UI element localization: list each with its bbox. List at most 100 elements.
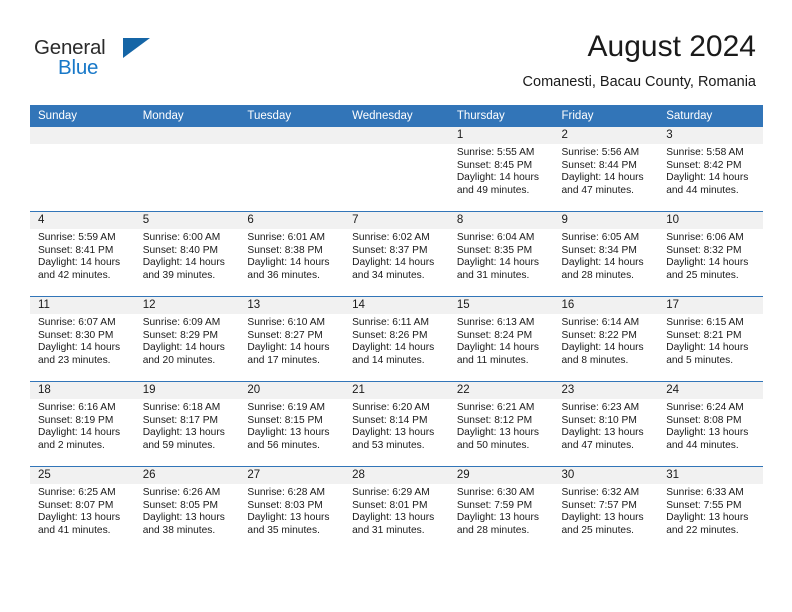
calendar-day-cell[interactable]: 8 Sunrise: 6:04 AM Sunset: 8:35 PM Daylight… [448, 211, 554, 297]
weekday-header-monday: Monday [134, 105, 240, 127]
day-number: 7 [344, 212, 449, 229]
day-cell-inner: 13 Sunrise: 6:10 AM Sunset: 8:27 PM Dayligh… [239, 297, 345, 381]
day-cell-inner: 16 Sunrise: 6:14 AM Sunset: 8:22 PM Dayligh… [553, 297, 659, 381]
daylight-text-line1: Daylight: 14 hours [666, 172, 749, 184]
calendar-day-cell[interactable]: 30 Sunrise: 6:32 AM Sunset: 7:57 PM Dayligh… [553, 466, 659, 551]
day-details: Sunrise: 6:26 AM Sunset: 8:05 PM Daylight:… [135, 484, 240, 537]
daylight-text-line2: and 56 minutes. [247, 439, 320, 451]
daylight-text-line2: and 20 minutes. [142, 354, 216, 366]
day-cell-inner: 10 Sunrise: 6:06 AM Sunset: 8:32 PM Dayligh… [658, 212, 763, 296]
day-cell-inner [239, 127, 345, 211]
day-details: Sunrise: 6:33 AM Sunset: 7:55 PM Daylight:… [658, 484, 763, 537]
calendar-day-cell[interactable]: 24 Sunrise: 6:24 AM Sunset: 8:08 PM Dayligh… [658, 381, 763, 467]
calendar-day-cell[interactable]: 1 Sunrise: 5:55 AM Sunset: 8:45 PM Daylight… [448, 127, 554, 212]
day-details: Sunrise: 6:16 AM Sunset: 8:19 PM Daylight:… [30, 399, 135, 452]
calendar-day-cell[interactable]: 4 Sunrise: 5:59 AM Sunset: 8:41 PM Daylight… [30, 211, 135, 297]
calendar-day-cell[interactable]: 29 Sunrise: 6:30 AM Sunset: 7:59 PM Dayligh… [448, 466, 554, 551]
calendar-day-cell[interactable]: 13 Sunrise: 6:10 AM Sunset: 8:27 PM Dayligh… [239, 296, 345, 382]
daylight-text-line1: Daylight: 14 hours [561, 257, 644, 269]
weekday-header-sunday: Sunday [30, 105, 135, 127]
day-number: 23 [553, 382, 659, 399]
day-number: 2 [553, 127, 659, 144]
calendar-day-cell[interactable]: 20 Sunrise: 6:19 AM Sunset: 8:15 PM Dayligh… [239, 381, 345, 467]
calendar-day-cell[interactable]: 28 Sunrise: 6:29 AM Sunset: 8:01 PM Dayligh… [344, 466, 449, 551]
daylight-text-line1: Daylight: 14 hours [352, 342, 435, 354]
calendar-day-cell[interactable]: 11 Sunrise: 6:07 AM Sunset: 8:30 PM Dayligh… [30, 296, 135, 382]
calendar-day-cell[interactable]: 9 Sunrise: 6:05 AM Sunset: 8:34 PM Daylight… [553, 211, 659, 297]
day-number: 17 [658, 297, 763, 314]
daylight-text-line2: and 42 minutes. [38, 269, 111, 281]
calendar-day-cell[interactable]: 17 Sunrise: 6:15 AM Sunset: 8:21 PM Dayligh… [658, 296, 763, 382]
sunrise-text: Sunrise: 5:58 AM [666, 147, 744, 158]
calendar-day-cell[interactable]: 22 Sunrise: 6:21 AM Sunset: 8:12 PM Dayligh… [448, 381, 554, 467]
day-cell-inner: 7 Sunrise: 6:02 AM Sunset: 8:37 PM Daylight… [344, 212, 449, 296]
sunset-text: Sunset: 8:38 PM [247, 244, 323, 256]
day-cell-inner: 30 Sunrise: 6:32 AM Sunset: 7:57 PM Dayligh… [553, 467, 659, 551]
day-number: 31 [658, 467, 763, 484]
daylight-text-line2: and 22 minutes. [666, 524, 739, 536]
daylight-text-line1: Daylight: 14 hours [38, 427, 121, 439]
calendar-cell-empty [344, 127, 449, 212]
day-details: Sunrise: 6:24 AM Sunset: 8:08 PM Daylight:… [658, 399, 763, 452]
sunset-text: Sunset: 8:15 PM [247, 414, 323, 426]
calendar-day-cell[interactable]: 25 Sunrise: 6:25 AM Sunset: 8:07 PM Dayligh… [30, 466, 135, 551]
calendar-day-cell[interactable]: 23 Sunrise: 6:23 AM Sunset: 8:10 PM Dayligh… [553, 381, 659, 467]
calendar-day-cell[interactable]: 3 Sunrise: 5:58 AM Sunset: 8:42 PM Daylight… [658, 127, 763, 212]
calendar-day-cell[interactable]: 19 Sunrise: 6:18 AM Sunset: 8:17 PM Dayligh… [134, 381, 240, 467]
sunrise-text: Sunrise: 6:04 AM [456, 232, 535, 243]
sunset-text: Sunset: 8:14 PM [352, 414, 428, 426]
day-number: 16 [553, 297, 659, 314]
sunrise-text: Sunrise: 6:06 AM [666, 232, 744, 243]
sunrise-text: Sunrise: 6:24 AM [666, 402, 744, 413]
calendar-day-cell[interactable]: 18 Sunrise: 6:16 AM Sunset: 8:19 PM Dayligh… [30, 381, 135, 467]
generalblue-logo[interactable]: General Blue [34, 36, 264, 84]
location-subtitle: Comanesti, Bacau County, Romania [522, 74, 756, 90]
daylight-text-line1: Daylight: 13 hours [561, 427, 644, 439]
calendar-day-cell[interactable]: 16 Sunrise: 6:14 AM Sunset: 8:22 PM Dayligh… [553, 296, 659, 382]
day-details: Sunrise: 6:11 AM Sunset: 8:26 PM Daylight:… [344, 314, 449, 367]
sunrise-text: Sunrise: 6:15 AM [666, 317, 744, 328]
day-details: Sunrise: 6:01 AM Sunset: 8:38 PM Daylight:… [239, 229, 344, 282]
page-header: General Blue August 2024 Comanesti, Baca… [0, 0, 792, 104]
calendar-day-cell[interactable]: 2 Sunrise: 5:56 AM Sunset: 8:44 PM Daylight… [553, 127, 659, 212]
sunrise-text: Sunrise: 5:56 AM [561, 147, 640, 158]
daylight-text-line1: Daylight: 14 hours [561, 172, 644, 184]
day-number: 18 [30, 382, 135, 399]
weekday-header-saturday: Saturday [658, 105, 763, 127]
calendar-day-cell[interactable]: 14 Sunrise: 6:11 AM Sunset: 8:26 PM Dayligh… [344, 296, 449, 382]
calendar-week-row: 11 Sunrise: 6:07 AM Sunset: 8:30 PM Dayligh… [30, 296, 763, 382]
calendar-day-cell[interactable]: 27 Sunrise: 6:28 AM Sunset: 8:03 PM Dayligh… [239, 466, 345, 551]
day-details: Sunrise: 6:09 AM Sunset: 8:29 PM Daylight:… [135, 314, 240, 367]
day-number: 25 [30, 467, 135, 484]
calendar-day-cell[interactable]: 21 Sunrise: 6:20 AM Sunset: 8:14 PM Dayligh… [344, 381, 449, 467]
daylight-text-line1: Daylight: 14 hours [666, 342, 749, 354]
sunset-text: Sunset: 8:08 PM [666, 414, 742, 426]
sunset-text: Sunset: 8:17 PM [142, 414, 219, 426]
day-number [30, 127, 135, 144]
calendar-day-cell[interactable]: 12 Sunrise: 6:09 AM Sunset: 8:29 PM Dayligh… [134, 296, 240, 382]
day-cell-inner: 31 Sunrise: 6:33 AM Sunset: 7:55 PM Dayligh… [658, 467, 763, 551]
sunrise-text: Sunrise: 6:09 AM [142, 317, 221, 328]
calendar-day-cell[interactable]: 5 Sunrise: 6:00 AM Sunset: 8:40 PM Daylight… [134, 211, 240, 297]
calendar-week-row: 1 Sunrise: 5:55 AM Sunset: 8:45 PM Daylight… [30, 127, 763, 212]
sunrise-text: Sunrise: 6:26 AM [142, 487, 221, 498]
calendar-day-cell[interactable]: 10 Sunrise: 6:06 AM Sunset: 8:32 PM Dayligh… [658, 211, 763, 297]
day-number: 15 [448, 297, 554, 314]
sunrise-text: Sunrise: 6:00 AM [142, 232, 221, 243]
day-cell-inner: 15 Sunrise: 6:13 AM Sunset: 8:24 PM Dayligh… [448, 297, 554, 381]
day-number: 13 [239, 297, 345, 314]
day-cell-inner: 25 Sunrise: 6:25 AM Sunset: 8:07 PM Dayligh… [30, 467, 135, 551]
day-details: Sunrise: 5:59 AM Sunset: 8:41 PM Daylight:… [30, 229, 135, 282]
daylight-text-line1: Daylight: 13 hours [666, 512, 749, 524]
calendar-day-cell[interactable]: 31 Sunrise: 6:33 AM Sunset: 7:55 PM Dayligh… [658, 466, 763, 551]
calendar-day-cell[interactable]: 26 Sunrise: 6:26 AM Sunset: 8:05 PM Dayligh… [134, 466, 240, 551]
calendar-day-cell[interactable]: 15 Sunrise: 6:13 AM Sunset: 8:24 PM Dayligh… [448, 296, 554, 382]
daylight-text-line2: and 38 minutes. [142, 524, 216, 536]
calendar-day-cell[interactable]: 7 Sunrise: 6:02 AM Sunset: 8:37 PM Daylight… [344, 211, 449, 297]
daylight-text-line2: and 11 minutes. [456, 354, 529, 366]
daylight-text-line2: and 28 minutes. [456, 524, 530, 536]
day-cell-inner: 17 Sunrise: 6:15 AM Sunset: 8:21 PM Dayligh… [658, 297, 763, 381]
daylight-text-line1: Daylight: 14 hours [352, 257, 435, 269]
daylight-text-line2: and 53 minutes. [352, 439, 425, 451]
calendar-day-cell[interactable]: 6 Sunrise: 6:01 AM Sunset: 8:38 PM Daylight… [239, 211, 345, 297]
